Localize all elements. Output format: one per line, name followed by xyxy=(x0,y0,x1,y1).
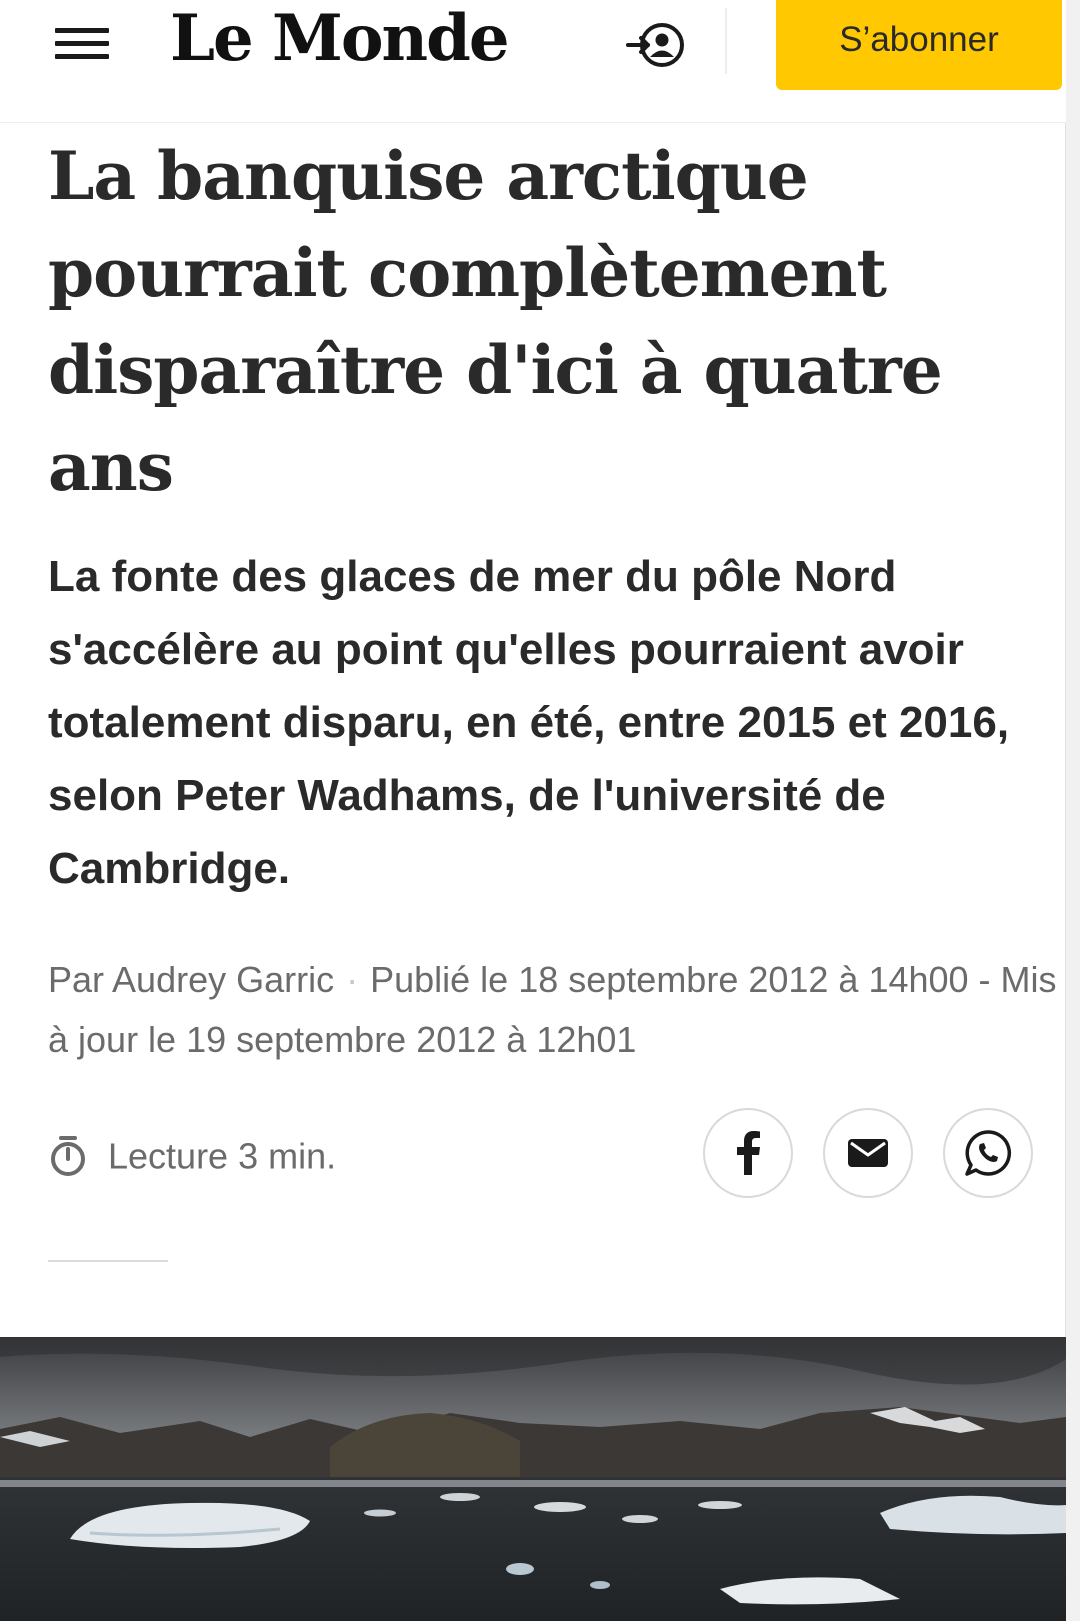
share-whatsapp-button[interactable] xyxy=(943,1108,1033,1198)
site-header: Le Monde S’abonner xyxy=(0,0,1066,123)
article-photo xyxy=(0,1337,1066,1621)
whatsapp-icon xyxy=(965,1130,1012,1176)
share-email-button[interactable] xyxy=(823,1108,913,1198)
login-icon[interactable] xyxy=(624,14,694,74)
page-edge xyxy=(1065,0,1080,1621)
facebook-icon xyxy=(737,1131,760,1175)
section-divider xyxy=(48,1260,168,1262)
reading-time: Lecture 3 min. xyxy=(48,1132,337,1178)
reading-time-label: Lecture 3 min. xyxy=(108,1135,337,1177)
article-title: La banquise arctique pourrait complèteme… xyxy=(48,137,943,506)
share-facebook-button[interactable] xyxy=(703,1108,793,1198)
stopwatch-icon xyxy=(48,1134,88,1178)
site-logo[interactable]: Le Monde xyxy=(170,0,510,84)
subscribe-button[interactable]: S’abonner xyxy=(776,0,1062,90)
byline[interactable]: Par Audrey Garric xyxy=(48,959,334,1000)
article-meta: Par Audrey Garric · Publié le 18 septembre… xyxy=(48,950,1058,1070)
header-divider xyxy=(725,8,727,74)
article-lead: La fonte des glaces de mer du pôle Nord … xyxy=(48,552,1010,893)
menu-icon[interactable] xyxy=(55,26,109,60)
email-icon xyxy=(848,1139,888,1167)
meta-separator: · xyxy=(346,959,359,1000)
